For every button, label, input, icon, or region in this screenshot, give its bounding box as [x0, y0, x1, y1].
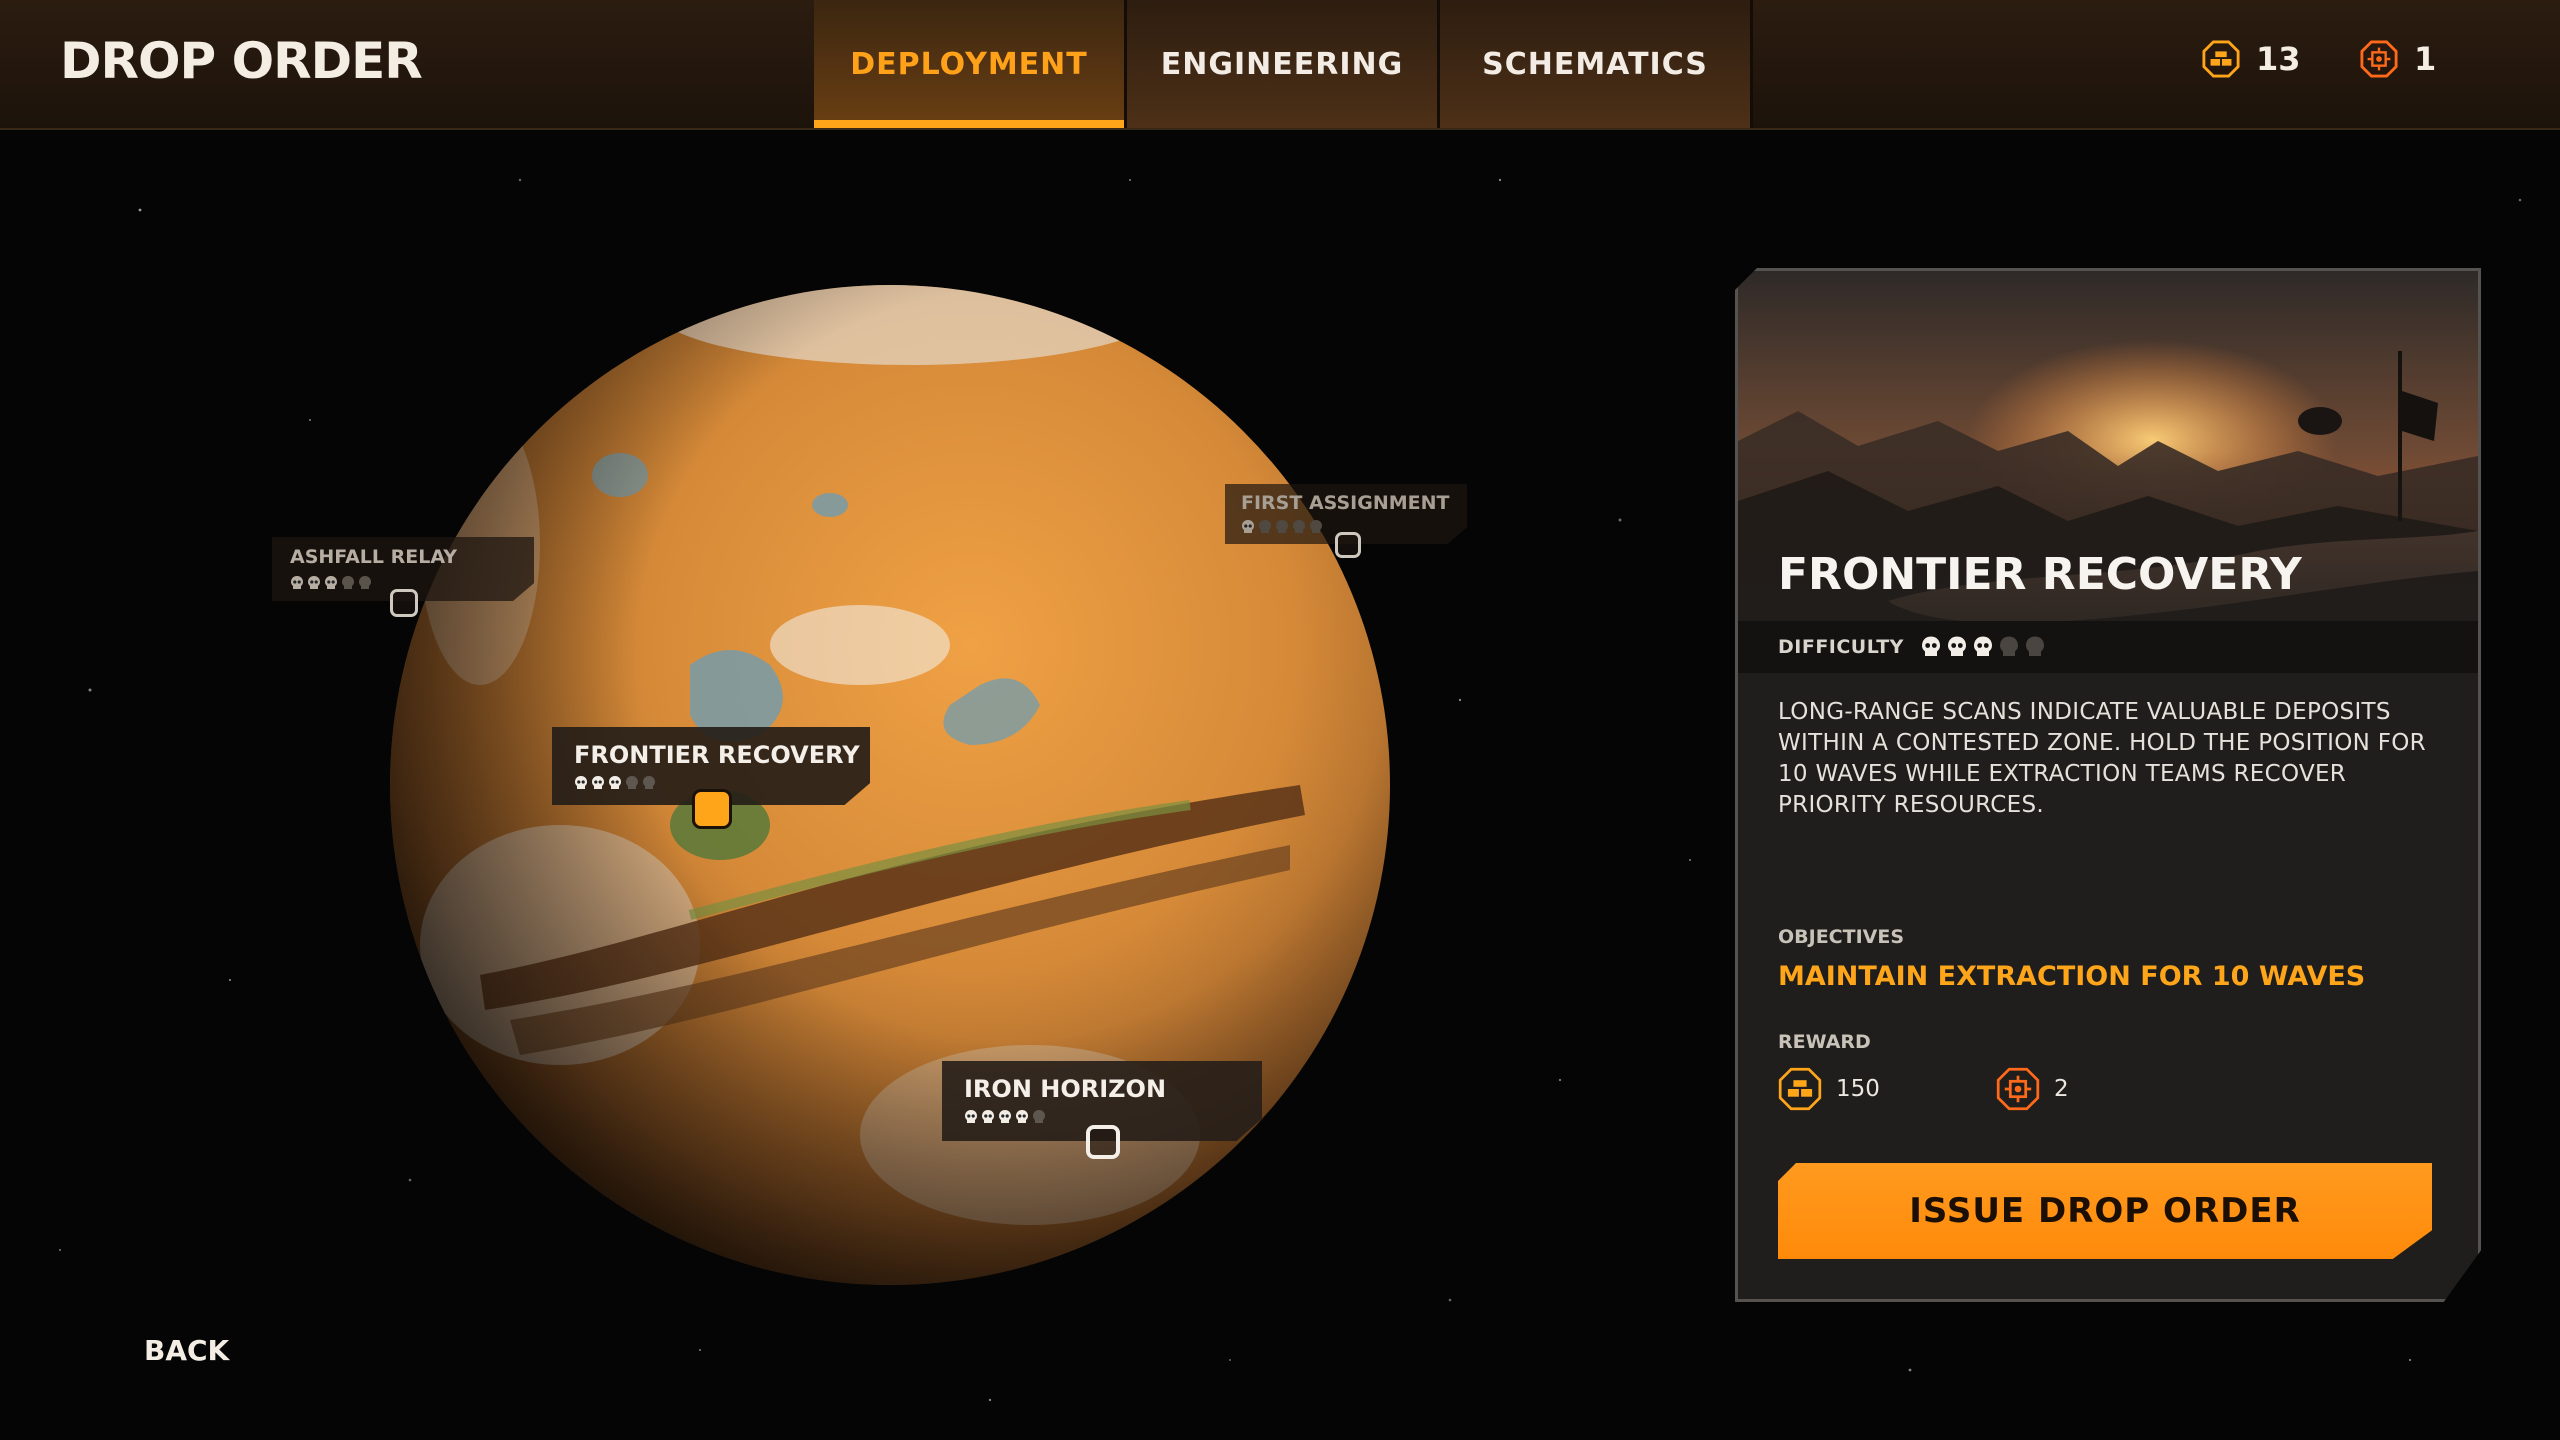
skull-icon [325, 576, 337, 589]
game-logo: DROP ORDER [60, 32, 423, 90]
skull-icon [291, 576, 303, 589]
difficulty-rating [1920, 635, 2046, 659]
issue-drop-order-button[interactable]: ISSUE DROP ORDER [1778, 1163, 2432, 1259]
reward-gold: 150 [1778, 1067, 1880, 1111]
objectives-label: OBJECTIVES [1778, 926, 1905, 948]
mission-landscape-image [1738, 271, 2478, 673]
reward-core-value: 2 [2054, 1076, 2069, 1102]
skull-icon [999, 1110, 1011, 1123]
skull-icon [1033, 1110, 1045, 1123]
location-name: IRON HORIZON [964, 1075, 1167, 1103]
location-marker-selected[interactable] [692, 789, 732, 829]
reward-core: 2 [1996, 1067, 2069, 1111]
location-marker[interactable] [1335, 532, 1361, 558]
location-name: FRONTIER RECOVERY [574, 741, 860, 769]
location-difficulty [964, 1109, 1046, 1125]
gold-count: 13 [2256, 40, 2301, 78]
location-difficulty [1241, 519, 1323, 535]
skull-icon [308, 576, 320, 589]
skull-icon [965, 1110, 977, 1123]
skull-icon [592, 776, 604, 789]
gold-bars-icon [2202, 40, 2240, 78]
location-difficulty [290, 575, 372, 591]
gold-bars-icon [1778, 1067, 1822, 1111]
location-marker[interactable] [1086, 1125, 1120, 1159]
skull-icon [342, 576, 354, 589]
objective-text: MAINTAIN EXTRACTION FOR 10 WAVES [1778, 961, 2366, 992]
location-name: ASHFALL RELAY [290, 546, 457, 568]
tab-deployment[interactable]: DEPLOYMENT [814, 0, 1127, 128]
skull-icon [643, 776, 655, 789]
core-count: 1 [2414, 40, 2437, 78]
skull-icon [1259, 520, 1271, 533]
skull-icon [982, 1110, 994, 1123]
core-chip-icon [2360, 40, 2398, 78]
gold-currency: 13 [2202, 40, 2301, 78]
skull-icon [359, 576, 371, 589]
difficulty-row: DIFFICULTY [1738, 621, 2478, 673]
mission-title: FRONTIER RECOVERY [1778, 549, 2302, 600]
difficulty-label: DIFFICULTY [1778, 636, 1904, 658]
location-difficulty [574, 775, 656, 791]
skull-icon [1016, 1110, 1028, 1123]
skull-icon [1242, 520, 1254, 533]
location-name: FIRST ASSIGNMENT [1241, 492, 1450, 514]
mission-description: LONG-RANGE SCANS INDICATE VALUABLE DEPOS… [1778, 699, 2426, 818]
skull-icon [1276, 520, 1288, 533]
skull-icon [1293, 520, 1305, 533]
mission-detail-panel: FRONTIER RECOVERY DIFFICULTY LONG-RANGE … [1735, 268, 2481, 1302]
reward-label: REWARD [1778, 1031, 1871, 1053]
back-button[interactable]: BACK [144, 1334, 229, 1367]
skull-icon [626, 776, 638, 789]
tab-engineering[interactable]: ENGINEERING [1127, 0, 1440, 128]
location-marker[interactable] [390, 589, 418, 617]
skull-icon [1921, 636, 1940, 656]
top-bar: DROP ORDER DEPLOYMENT ENGINEERING SCHEMA… [0, 0, 2560, 130]
tab-schematics[interactable]: SCHEMATICS [1440, 0, 1753, 128]
main-tabs: DEPLOYMENT ENGINEERING SCHEMATICS [814, 0, 1753, 128]
skull-icon [609, 776, 621, 789]
skull-icon [1973, 636, 1992, 656]
skull-icon [1947, 636, 1966, 656]
skull-icon [575, 776, 587, 789]
core-currency: 1 [2360, 40, 2436, 78]
reward-gold-value: 150 [1836, 1076, 1880, 1102]
skull-icon [2025, 636, 2044, 656]
skull-icon [1310, 520, 1322, 533]
skull-icon [1999, 636, 2018, 656]
core-chip-icon [1996, 1067, 2040, 1111]
